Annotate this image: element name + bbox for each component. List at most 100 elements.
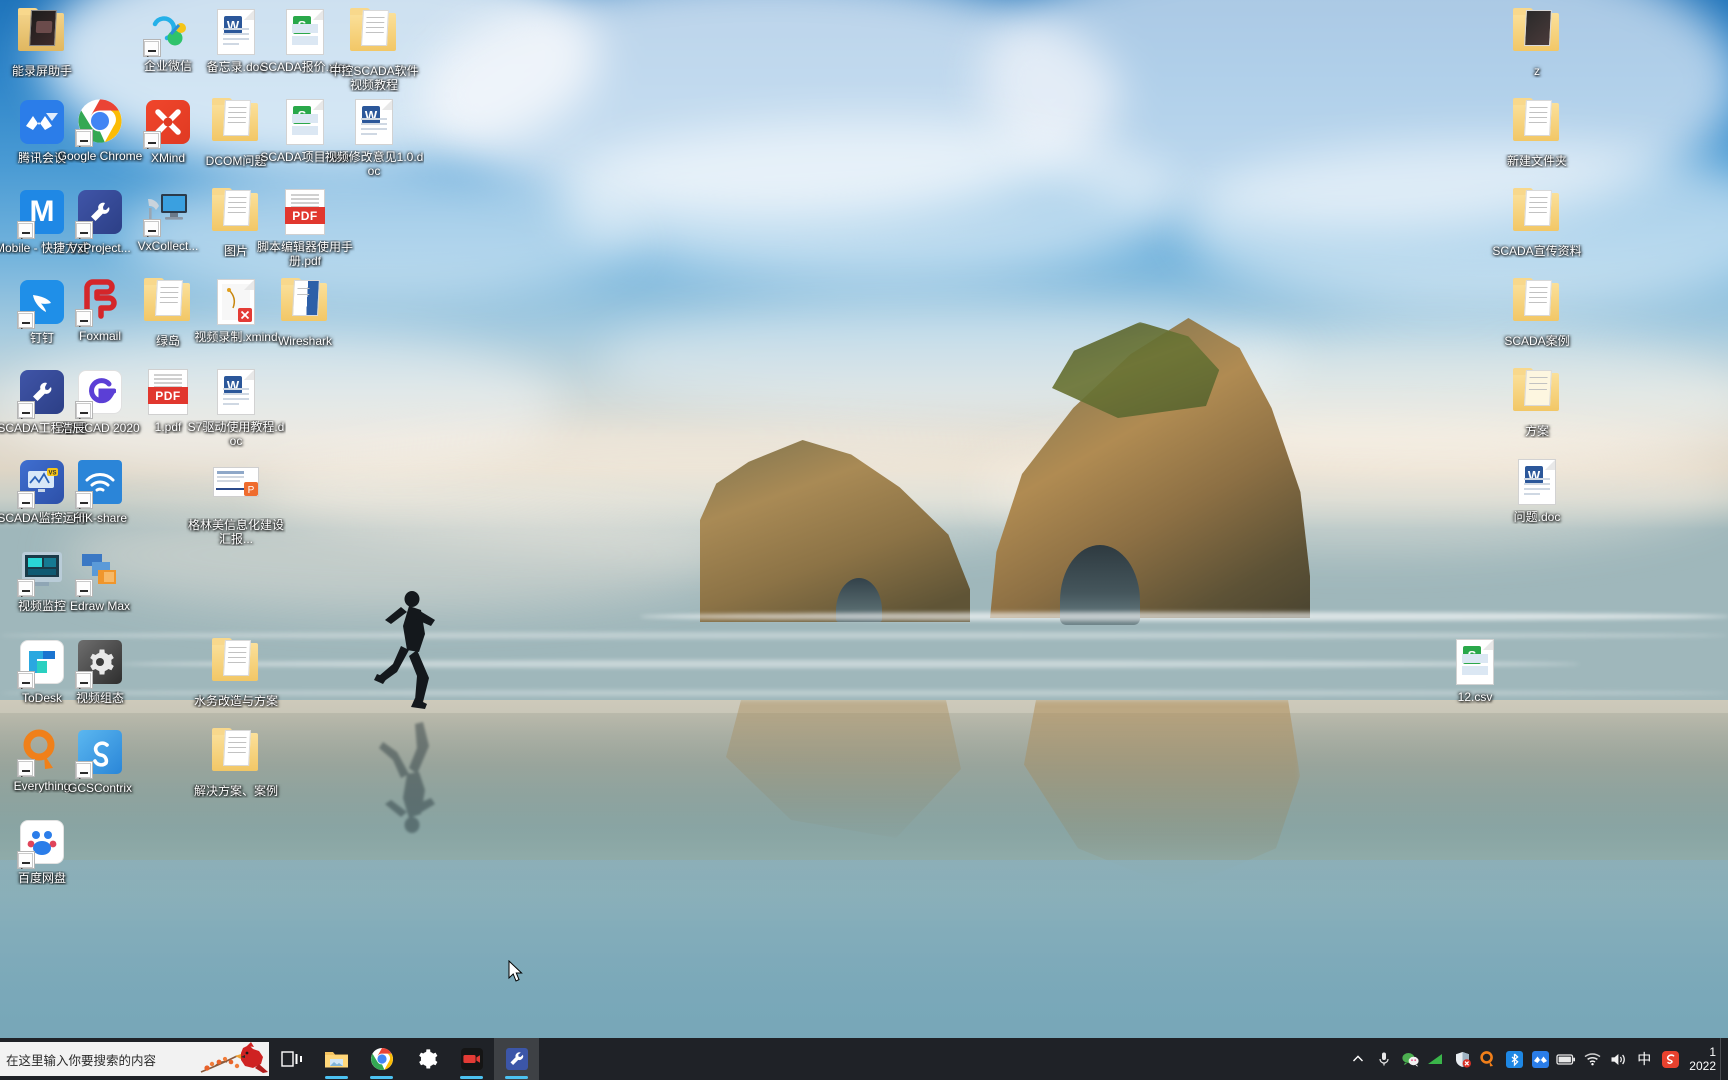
desktop-icon-label: 解决方案、案例 — [193, 784, 278, 798]
desktop-icon-folder[interactable]: SCADA宣传资料 — [1487, 188, 1587, 258]
taskbar[interactable]: 在这里输入你要搜索的内容 中 1 2022 — [0, 1038, 1728, 1080]
desktop-icon-folder[interactable]: SCADA案例 — [1487, 278, 1587, 348]
tencent-meeting-icon[interactable] — [1527, 1038, 1553, 1080]
desktop-icon-gcscontrix[interactable]: GCSContrix — [50, 728, 150, 795]
gear-icon — [418, 1049, 437, 1069]
surf-line — [640, 612, 1728, 621]
show-desktop-button[interactable] — [1720, 1038, 1726, 1080]
bluetooth-icon[interactable] — [1501, 1038, 1527, 1080]
desktop-icon-folder-dark[interactable]: z — [1487, 8, 1587, 78]
desktop-icon-label: HIK-share — [72, 511, 128, 525]
battery-icon[interactable] — [1553, 1038, 1579, 1080]
desktop-icon-folder-blue[interactable]: Wireshark — [255, 278, 355, 348]
baidu-pan-icon — [18, 820, 66, 868]
folder-icon — [212, 728, 260, 781]
wechat-icon[interactable] — [1397, 1038, 1423, 1080]
desktop-icon-edraw[interactable]: Edraw Max — [50, 548, 150, 613]
vxproject-icon — [76, 190, 124, 238]
folder-icon — [350, 8, 398, 61]
folder-icon — [212, 98, 260, 151]
word-icon: W — [1513, 459, 1561, 507]
file-explorer-icon — [324, 1052, 348, 1068]
desktop-icon-label: 视频组态 — [75, 691, 124, 705]
nvidia-icon[interactable] — [1423, 1038, 1449, 1080]
desktop-icon-folder-docs[interactable]: 方案 — [1487, 368, 1587, 438]
bing-cardinal-illustration — [200, 1042, 268, 1073]
desktop-icon-label: GCSContrix — [67, 781, 132, 795]
desktop-icon-folder[interactable]: 中控SCADA软件视频教程 — [324, 8, 424, 92]
folder-icon — [212, 188, 260, 241]
desktop-icon-pdf[interactable]: PDF 脚本编辑器使用手册.pdf — [255, 188, 355, 268]
volume-icon[interactable] — [1605, 1038, 1631, 1080]
video-cfg-icon — [76, 640, 124, 688]
vxproject-icon — [505, 1048, 528, 1070]
desktop-icon-label: Wireshark — [277, 334, 332, 348]
desktop-icon-label: 脚本编辑器使用手册.pdf — [256, 240, 353, 268]
show-hidden-icons-icon[interactable] — [1345, 1038, 1371, 1080]
runner-silhouette — [374, 591, 435, 709]
folder-icon — [1513, 188, 1561, 241]
desktop-icon-label: SCADA宣传资料 — [1492, 244, 1582, 258]
taskbar-vxproject-button[interactable] — [494, 1038, 539, 1080]
folder-icon — [144, 278, 192, 331]
taskbar-screen-recorder-button[interactable] — [449, 1038, 494, 1080]
word-icon: W — [350, 99, 398, 147]
word-icon: W — [212, 9, 260, 57]
desktop-icon-label: 问题.doc — [1513, 510, 1561, 524]
desktop-icon-label: 新建文件夹 — [1506, 154, 1567, 168]
folder-blue-icon — [281, 278, 329, 331]
taskbar-search-box[interactable]: 在这里输入你要搜索的内容 — [0, 1042, 269, 1076]
desktop-icon-word[interactable]: W 视频修改意见1.0.doc — [324, 98, 424, 178]
wecom-icon — [144, 8, 192, 56]
desktop-icon-folder[interactable]: 解决方案、案例 — [186, 728, 286, 798]
desktop-icon-hik-share[interactable]: HIK-share — [50, 458, 150, 525]
search-placeholder-text: 在这里输入你要搜索的内容 — [6, 1053, 157, 1068]
desktop-icon-label: 12.csv — [1457, 690, 1493, 704]
windows-security-icon[interactable] — [1449, 1038, 1475, 1080]
desktop-icon-label: 格林美信息化建设汇报... — [187, 518, 284, 546]
hik-share-icon — [76, 460, 124, 508]
mouse-cursor — [508, 960, 523, 982]
runner-reflection — [379, 722, 435, 833]
wps-sheet-icon: S — [1451, 639, 1499, 687]
screen-recorder-icon — [460, 1048, 483, 1070]
desktop-icon-label: 中控SCADA软件视频教程 — [329, 64, 419, 92]
desktop-icon-word[interactable]: W S7驱动使用教程.doc — [186, 368, 286, 448]
desktop-icon-word[interactable]: W 问题.doc — [1487, 458, 1587, 524]
system-tray[interactable]: 中 1 2022 — [1345, 1038, 1728, 1080]
taskbar-clock[interactable]: 1 2022 — [1683, 1038, 1720, 1080]
foxmail-icon — [76, 278, 124, 326]
desktop-icon-wps-sheet[interactable]: S 12.csv — [1425, 638, 1525, 704]
pdf-icon: PDF — [281, 189, 329, 237]
desktop-icon-folder[interactable]: 水务改造与方案 — [186, 638, 286, 708]
cloud-shape — [560, 120, 1180, 280]
desktop-icon-video-cfg[interactable]: 视频组态 — [50, 638, 150, 705]
desktop[interactable]: 能录屏助手企业微信W备忘录.docSSCADA报价.xlsx中控SCADA软件视… — [0, 0, 1728, 1080]
xmind-icon — [144, 100, 192, 148]
taskbar-task-view-button[interactable] — [269, 1038, 314, 1080]
ime-language-icon[interactable]: 中 — [1631, 1038, 1657, 1080]
desktop-icon-screenrec[interactable]: 能录屏助手 — [0, 8, 92, 78]
network-wifi-icon[interactable] — [1579, 1038, 1605, 1080]
sogou-input-icon[interactable] — [1657, 1038, 1683, 1080]
taskbar-chrome-button[interactable] — [359, 1038, 404, 1080]
vxcollect-icon — [144, 188, 192, 236]
desktop-icon-baidu-pan[interactable]: 百度网盘 — [0, 818, 92, 885]
taskbar-settings-button[interactable] — [404, 1038, 449, 1080]
desktop-icon-label: z — [1534, 64, 1540, 78]
xmind-file-icon — [212, 279, 260, 327]
surf-line — [120, 660, 1580, 668]
desktop-icon-label: 方案 — [1524, 424, 1549, 438]
desktop-icon-label: 能录屏助手 — [11, 64, 72, 78]
clock-date: 2022 — [1689, 1059, 1716, 1073]
microphone-icon[interactable] — [1371, 1038, 1397, 1080]
taskbar-file-explorer-button[interactable] — [314, 1038, 359, 1080]
desktop-icon-label: 百度网盘 — [17, 871, 66, 885]
desktop-icon-label: Edraw Max — [69, 599, 131, 613]
everything-search-icon[interactable] — [1475, 1038, 1501, 1080]
edraw-icon — [76, 548, 124, 596]
wps-sheet-icon: S — [281, 99, 329, 147]
desktop-icon-label: SCADA案例 — [1504, 334, 1570, 348]
desktop-icon-folder[interactable]: 新建文件夹 — [1487, 98, 1587, 168]
desktop-icon-ppt-thumb[interactable]: P 格林美信息化建设汇报... — [186, 458, 286, 546]
